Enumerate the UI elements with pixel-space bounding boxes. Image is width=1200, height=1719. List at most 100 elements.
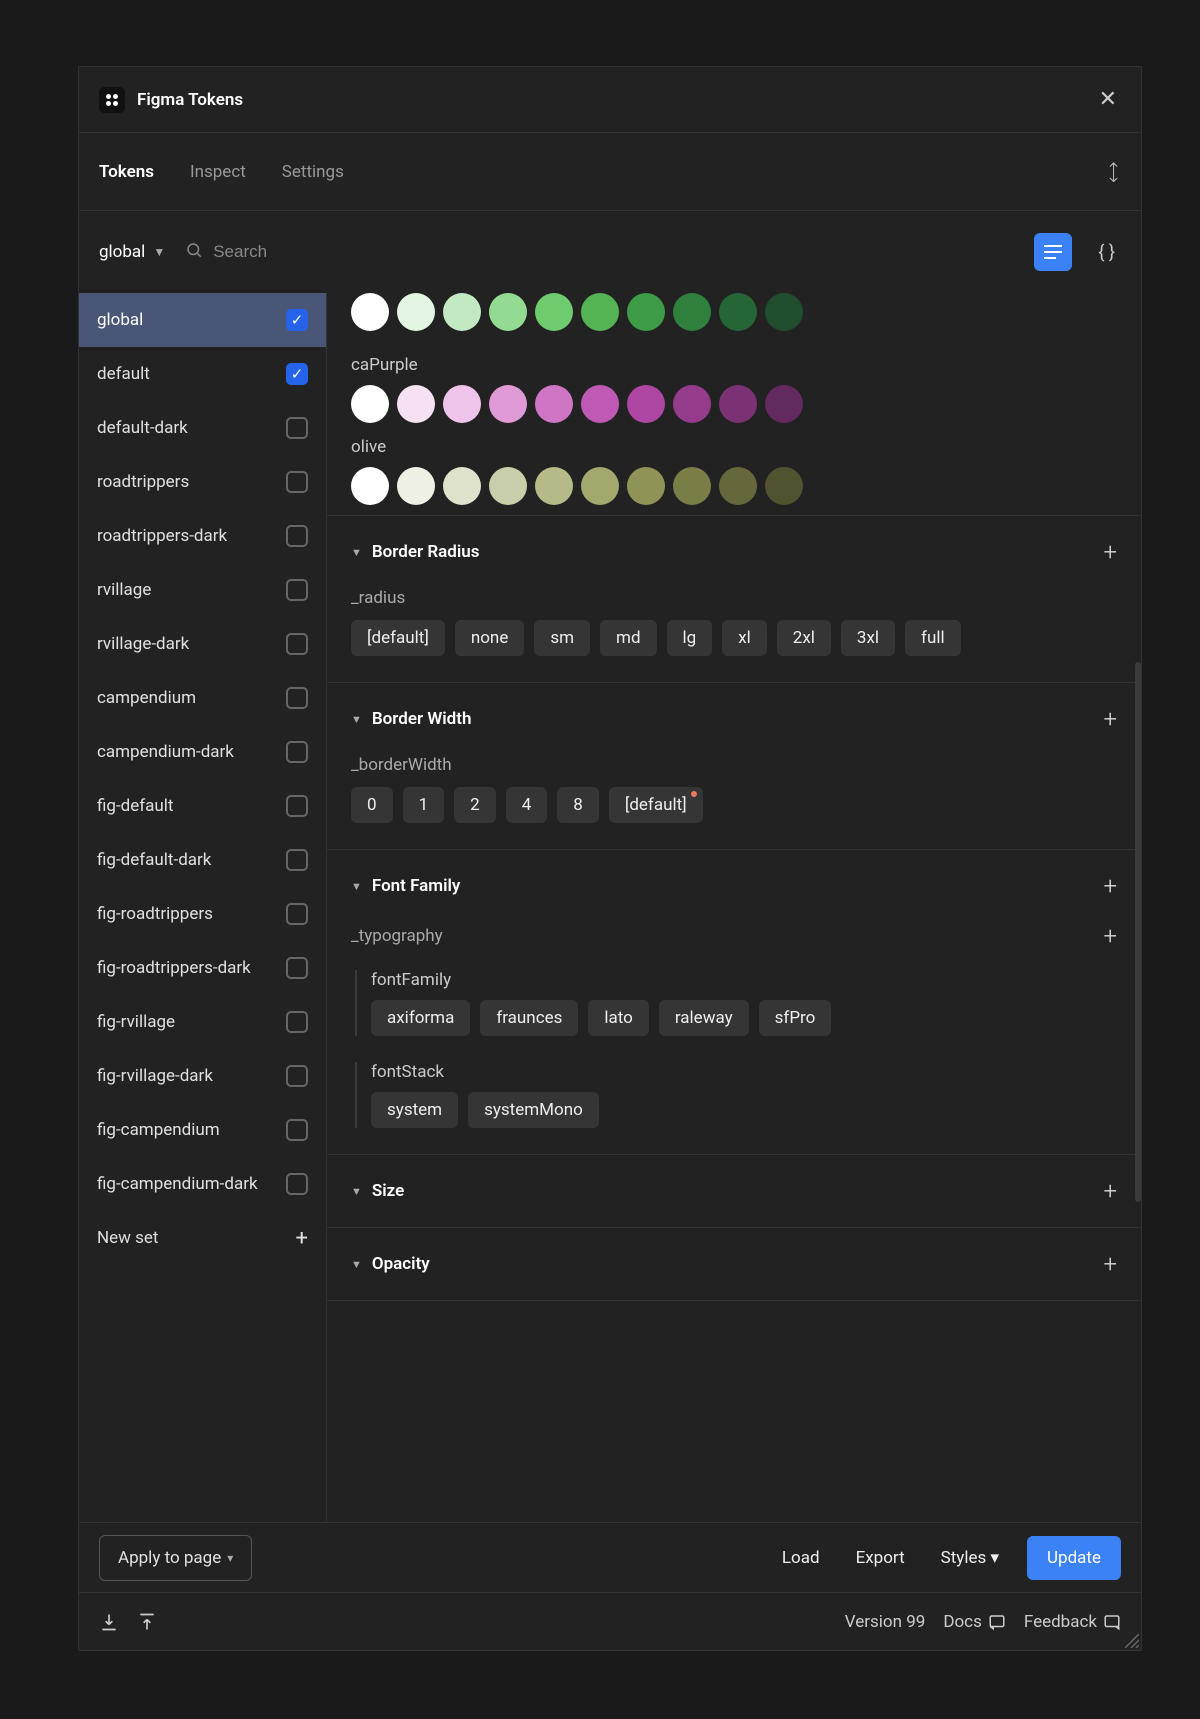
- color-swatch[interactable]: [535, 293, 573, 331]
- add-token-button[interactable]: +: [1103, 705, 1117, 733]
- token-chip[interactable]: 4: [506, 787, 548, 823]
- token-chip[interactable]: systemMono: [468, 1092, 599, 1128]
- set-checkbox[interactable]: [286, 525, 308, 547]
- set-checkbox[interactable]: [286, 903, 308, 925]
- sidebar-item-fig-campendium-dark[interactable]: fig-campendium-dark: [79, 1157, 326, 1211]
- set-checkbox[interactable]: ✓: [286, 309, 308, 331]
- download-icon[interactable]: [99, 1612, 119, 1632]
- update-button[interactable]: Update: [1027, 1536, 1121, 1580]
- sidebar-item-default-dark[interactable]: default-dark: [79, 401, 326, 455]
- set-checkbox[interactable]: [286, 957, 308, 979]
- add-token-button[interactable]: +: [1103, 1250, 1117, 1278]
- add-token-button[interactable]: +: [1103, 538, 1117, 566]
- token-chip[interactable]: full: [905, 620, 961, 656]
- color-swatch[interactable]: [673, 467, 711, 505]
- set-checkbox[interactable]: [286, 471, 308, 493]
- color-swatch[interactable]: [535, 385, 573, 423]
- token-chip[interactable]: sm: [534, 620, 590, 656]
- token-chip[interactable]: lato: [588, 1000, 648, 1036]
- docs-link[interactable]: Docs: [943, 1612, 1006, 1632]
- set-checkbox[interactable]: [286, 849, 308, 871]
- sidebar-item-fig-rvillage-dark[interactable]: fig-rvillage-dark: [79, 1049, 326, 1103]
- color-swatch[interactable]: [627, 385, 665, 423]
- token-chip[interactable]: 3xl: [841, 620, 895, 656]
- caret-down-icon[interactable]: ▼: [351, 713, 362, 726]
- set-checkbox[interactable]: [286, 1173, 308, 1195]
- color-swatch[interactable]: [719, 293, 757, 331]
- color-swatch[interactable]: [351, 385, 389, 423]
- upload-icon[interactable]: [137, 1612, 157, 1632]
- tab-tokens[interactable]: Tokens: [99, 162, 154, 182]
- set-selector[interactable]: global ▼: [99, 242, 165, 262]
- set-checkbox[interactable]: [286, 795, 308, 817]
- tab-settings[interactable]: Settings: [282, 162, 344, 182]
- export-button[interactable]: Export: [848, 1548, 913, 1568]
- sidebar-item-roadtrippers-dark[interactable]: roadtrippers-dark: [79, 509, 326, 563]
- caret-down-icon[interactable]: ▼: [351, 880, 362, 893]
- caret-down-icon[interactable]: ▼: [351, 546, 362, 559]
- sidebar-item-campendium[interactable]: campendium: [79, 671, 326, 725]
- token-chip[interactable]: xl: [722, 620, 767, 656]
- set-checkbox[interactable]: ✓: [286, 363, 308, 385]
- set-checkbox[interactable]: [286, 1065, 308, 1087]
- token-chip[interactable]: raleway: [659, 1000, 749, 1036]
- color-swatch[interactable]: [581, 467, 619, 505]
- caret-down-icon[interactable]: ▼: [351, 1258, 362, 1271]
- sidebar-item-fig-roadtrippers[interactable]: fig-roadtrippers: [79, 887, 326, 941]
- scrollbar[interactable]: [1135, 662, 1141, 1202]
- styles-button[interactable]: Styles ▾: [933, 1548, 1007, 1568]
- sidebar-item-global[interactable]: global ✓: [79, 293, 326, 347]
- color-swatch[interactable]: [765, 293, 803, 331]
- sidebar-item-fig-campendium[interactable]: fig-campendium: [79, 1103, 326, 1157]
- add-token-button[interactable]: +: [1103, 922, 1117, 950]
- token-chip[interactable]: system: [371, 1092, 458, 1128]
- tab-inspect[interactable]: Inspect: [190, 162, 246, 182]
- sidebar-item-default[interactable]: default ✓: [79, 347, 326, 401]
- sidebar-item-fig-default-dark[interactable]: fig-default-dark: [79, 833, 326, 887]
- collapse-icon[interactable]: ⤢: [1099, 157, 1127, 185]
- add-token-button[interactable]: +: [1103, 872, 1117, 900]
- sidebar-item-fig-rvillage[interactable]: fig-rvillage: [79, 995, 326, 1049]
- apply-to-page-button[interactable]: Apply to page ▾: [99, 1535, 252, 1581]
- color-swatch[interactable]: [765, 467, 803, 505]
- new-set-button[interactable]: New set+: [79, 1211, 326, 1265]
- json-view-button[interactable]: { }: [1092, 242, 1121, 263]
- color-swatch[interactable]: [443, 293, 481, 331]
- set-checkbox[interactable]: [286, 741, 308, 763]
- color-swatch[interactable]: [489, 293, 527, 331]
- token-chip[interactable]: 2: [454, 787, 496, 823]
- color-swatch[interactable]: [443, 467, 481, 505]
- token-chip[interactable]: none: [455, 620, 525, 656]
- close-icon[interactable]: ✕: [1095, 83, 1121, 116]
- color-swatch[interactable]: [581, 293, 619, 331]
- color-swatch[interactable]: [581, 385, 619, 423]
- set-checkbox[interactable]: [286, 633, 308, 655]
- set-checkbox[interactable]: [286, 417, 308, 439]
- token-chip[interactable]: sfPro: [759, 1000, 832, 1036]
- set-checkbox[interactable]: [286, 1011, 308, 1033]
- token-chip[interactable]: lg: [667, 620, 713, 656]
- set-checkbox[interactable]: [286, 579, 308, 601]
- add-token-button[interactable]: +: [1103, 1177, 1117, 1205]
- token-chip[interactable]: 0: [351, 787, 393, 823]
- token-chip[interactable]: 8: [557, 787, 599, 823]
- feedback-link[interactable]: Feedback: [1024, 1612, 1121, 1632]
- caret-down-icon[interactable]: ▼: [351, 1185, 362, 1198]
- color-swatch[interactable]: [673, 293, 711, 331]
- color-swatch[interactable]: [489, 467, 527, 505]
- color-swatch[interactable]: [673, 385, 711, 423]
- color-swatch[interactable]: [397, 385, 435, 423]
- set-checkbox[interactable]: [286, 1119, 308, 1141]
- token-chip[interactable]: fraunces: [480, 1000, 578, 1036]
- set-checkbox[interactable]: [286, 687, 308, 709]
- sidebar-item-campendium-dark[interactable]: campendium-dark: [79, 725, 326, 779]
- sidebar-item-roadtrippers[interactable]: roadtrippers: [79, 455, 326, 509]
- token-chip[interactable]: [default]: [609, 787, 703, 823]
- color-swatch[interactable]: [719, 385, 757, 423]
- color-swatch[interactable]: [627, 293, 665, 331]
- color-swatch[interactable]: [719, 467, 757, 505]
- color-swatch[interactable]: [397, 293, 435, 331]
- color-swatch[interactable]: [535, 467, 573, 505]
- color-swatch[interactable]: [627, 467, 665, 505]
- sidebar-item-rvillage[interactable]: rvillage: [79, 563, 326, 617]
